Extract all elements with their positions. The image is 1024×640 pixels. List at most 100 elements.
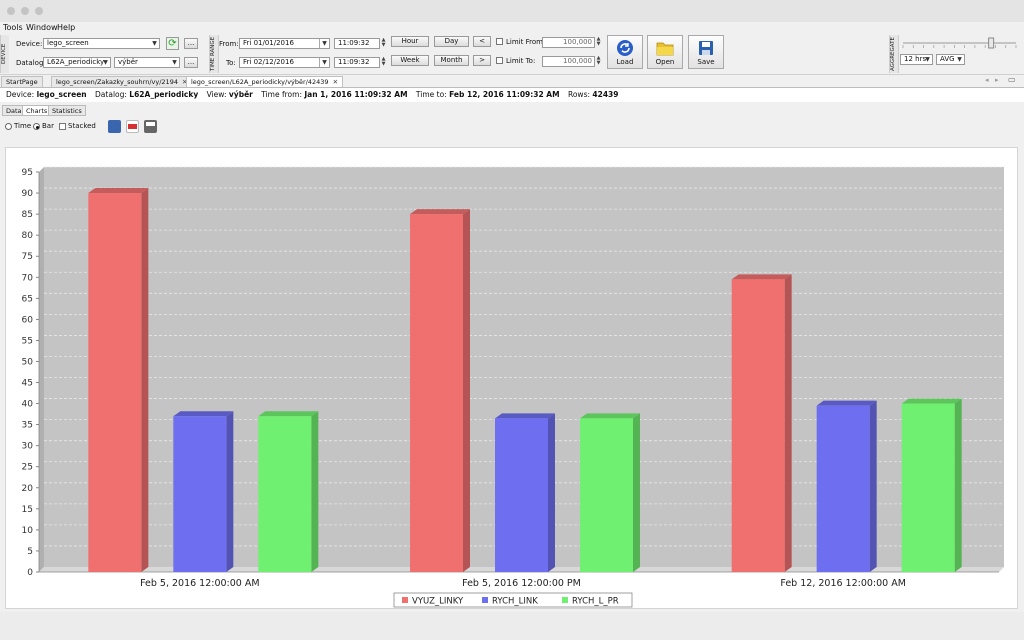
from-date-field[interactable]: Fri 01/01/2016 ▼ bbox=[239, 38, 330, 49]
prev-button[interactable]: < bbox=[473, 36, 491, 47]
slider-thumb[interactable] bbox=[988, 37, 995, 49]
legend-label: RYCH_LINK bbox=[492, 597, 538, 607]
restore-icon[interactable]: ▭ bbox=[1008, 75, 1016, 84]
limit-from-spinner[interactable]: ▲ ▼ bbox=[595, 37, 602, 48]
subtab-charts[interactable]: Charts bbox=[22, 105, 52, 116]
tab-zakazky[interactable]: lego_screen/Zakazky_souhrn/vy/2194 ✕ bbox=[51, 76, 193, 87]
bar bbox=[88, 193, 142, 573]
bar-side bbox=[311, 411, 319, 572]
open-button[interactable]: Open bbox=[647, 35, 683, 69]
tab-scroll-right-icon[interactable]: ▸ bbox=[995, 76, 999, 84]
load-button[interactable]: Load bbox=[607, 35, 643, 69]
menu-tools[interactable]: Tools bbox=[3, 23, 23, 32]
view-select[interactable]: výběr ▼ bbox=[114, 57, 180, 68]
save-button[interactable]: Save bbox=[688, 35, 724, 69]
legend-label: VYUZ_LINKY bbox=[412, 597, 464, 607]
hour-button[interactable]: Hour bbox=[391, 36, 429, 47]
minimize-window-icon[interactable] bbox=[21, 7, 29, 15]
limit-to-checkbox[interactable] bbox=[496, 57, 503, 64]
x-tick-label: Feb 5, 2016 12:00:00 PM bbox=[462, 578, 581, 589]
time-radio[interactable] bbox=[5, 123, 12, 130]
view-more-button[interactable]: ... bbox=[184, 57, 198, 68]
device-section-label: DEVICE bbox=[0, 35, 9, 73]
info-device-label: Device: bbox=[6, 90, 35, 99]
to-date-field[interactable]: Fri 02/12/2016 ▼ bbox=[239, 57, 330, 68]
chart-options: Time Bar Stacked bbox=[0, 119, 300, 135]
stacked-label: Stacked bbox=[68, 122, 96, 130]
chart-panel: 0 5 10 15 20 25 30 35 40 45 50 55 60 65 70 75 80 85 90 95 Fe… bbox=[5, 147, 1018, 609]
maximize-window-icon[interactable] bbox=[35, 7, 43, 15]
day-button[interactable]: Day bbox=[434, 36, 469, 47]
chevron-down-icon: ▼ bbox=[103, 59, 108, 66]
bar-top bbox=[88, 188, 149, 194]
next-button[interactable]: > bbox=[473, 55, 491, 66]
bar-side bbox=[954, 398, 962, 572]
close-icon[interactable]: ✕ bbox=[333, 78, 338, 86]
y-tick-label: 50 bbox=[22, 357, 34, 367]
menu-help[interactable]: Help bbox=[57, 23, 75, 32]
refresh-button[interactable]: ⟳ bbox=[166, 37, 179, 50]
info-from-label: Time from: bbox=[261, 90, 302, 99]
bar-radio[interactable] bbox=[33, 123, 40, 130]
toolbar: DEVICE Device: lego_screen ▼ ⟳ ... Datal… bbox=[0, 34, 1024, 75]
chevron-down-icon: ▼ bbox=[957, 56, 962, 63]
aggregate-period-select[interactable]: 12 hrs ▼ bbox=[900, 54, 933, 65]
info-datalog: L62A_periodicky bbox=[129, 90, 199, 99]
tab-periodicky[interactable]: lego_screen/L62A_periodicky/výběr/42439 ✕ bbox=[186, 76, 344, 87]
bar-side bbox=[141, 188, 149, 573]
tab-label: lego_screen/L62A_periodicky/výběr/42439 bbox=[191, 78, 329, 86]
close-window-icon[interactable] bbox=[7, 7, 15, 15]
device-select[interactable]: lego_screen ▼ bbox=[43, 38, 160, 49]
folder-icon bbox=[656, 42, 674, 56]
to-time-field[interactable]: 11:09:32 bbox=[334, 57, 380, 68]
bar-side bbox=[226, 411, 234, 572]
info-rows: 42439 bbox=[592, 90, 619, 99]
info-from: Jan 1, 2016 11:09:32 AM bbox=[304, 90, 408, 99]
export-image-icon[interactable] bbox=[108, 120, 121, 133]
bar bbox=[173, 416, 227, 572]
legend-label: RYCH_L_PR bbox=[572, 597, 619, 607]
print-icon[interactable] bbox=[144, 120, 157, 133]
to-time-value: 11:09:32 bbox=[338, 58, 370, 66]
export-pdf-icon[interactable] bbox=[126, 120, 139, 133]
limit-from-field[interactable]: 100,000 bbox=[542, 37, 595, 48]
aggregate-slider[interactable] bbox=[901, 37, 1018, 49]
tab-scroll-left-icon[interactable]: ◂ bbox=[985, 76, 989, 84]
window-titlebar bbox=[0, 0, 1024, 23]
to-label: To: bbox=[226, 59, 236, 67]
y-tick-label: 55 bbox=[22, 336, 33, 346]
to-time-spinner[interactable]: ▲ ▼ bbox=[380, 57, 387, 68]
legend-swatch bbox=[562, 597, 568, 603]
limit-to-spinner[interactable]: ▲ ▼ bbox=[595, 56, 602, 67]
bar-top bbox=[580, 413, 640, 419]
from-time-field[interactable]: 11:09:32 bbox=[334, 38, 380, 49]
datalog-select[interactable]: L62A_periodicky ▼ bbox=[43, 57, 111, 68]
bar bbox=[816, 405, 870, 572]
device-more-button[interactable]: ... bbox=[184, 38, 198, 49]
info-bar: Device: lego_screen Datalog: L62A_period… bbox=[0, 88, 1024, 102]
floppy-disk-icon bbox=[699, 41, 713, 55]
stacked-checkbox[interactable] bbox=[59, 123, 66, 130]
bar-top bbox=[173, 411, 234, 417]
limit-to-field[interactable]: 100,000 bbox=[542, 56, 595, 67]
chevron-down-icon: ▼ bbox=[319, 58, 329, 67]
from-time-spinner[interactable]: ▲ ▼ bbox=[380, 38, 387, 49]
chevron-down-icon: ▼ bbox=[172, 59, 177, 66]
aggregate-function-select[interactable]: AVG ▼ bbox=[936, 54, 965, 65]
subtab-statistics[interactable]: Statistics bbox=[48, 105, 86, 116]
bar-top bbox=[258, 411, 319, 417]
limit-from-checkbox[interactable] bbox=[496, 38, 503, 45]
from-time-value: 11:09:32 bbox=[338, 39, 370, 47]
chevron-down-icon: ▼ bbox=[319, 39, 329, 48]
menu-window[interactable]: Window bbox=[26, 23, 58, 32]
y-tick-label: 0 bbox=[27, 568, 33, 578]
week-button[interactable]: Week bbox=[391, 55, 429, 66]
info-view: výběr bbox=[228, 90, 253, 99]
document-tabbar: StartPage lego_screen/Zakazky_souhrn/vy/… bbox=[0, 75, 1024, 88]
limit-to-label: Limit To: bbox=[506, 57, 536, 65]
month-button[interactable]: Month bbox=[434, 55, 469, 66]
y-tick-label: 15 bbox=[22, 505, 33, 515]
bar-side bbox=[869, 400, 877, 572]
info-view-label: View: bbox=[206, 90, 227, 99]
tab-startpage[interactable]: StartPage bbox=[1, 76, 43, 87]
